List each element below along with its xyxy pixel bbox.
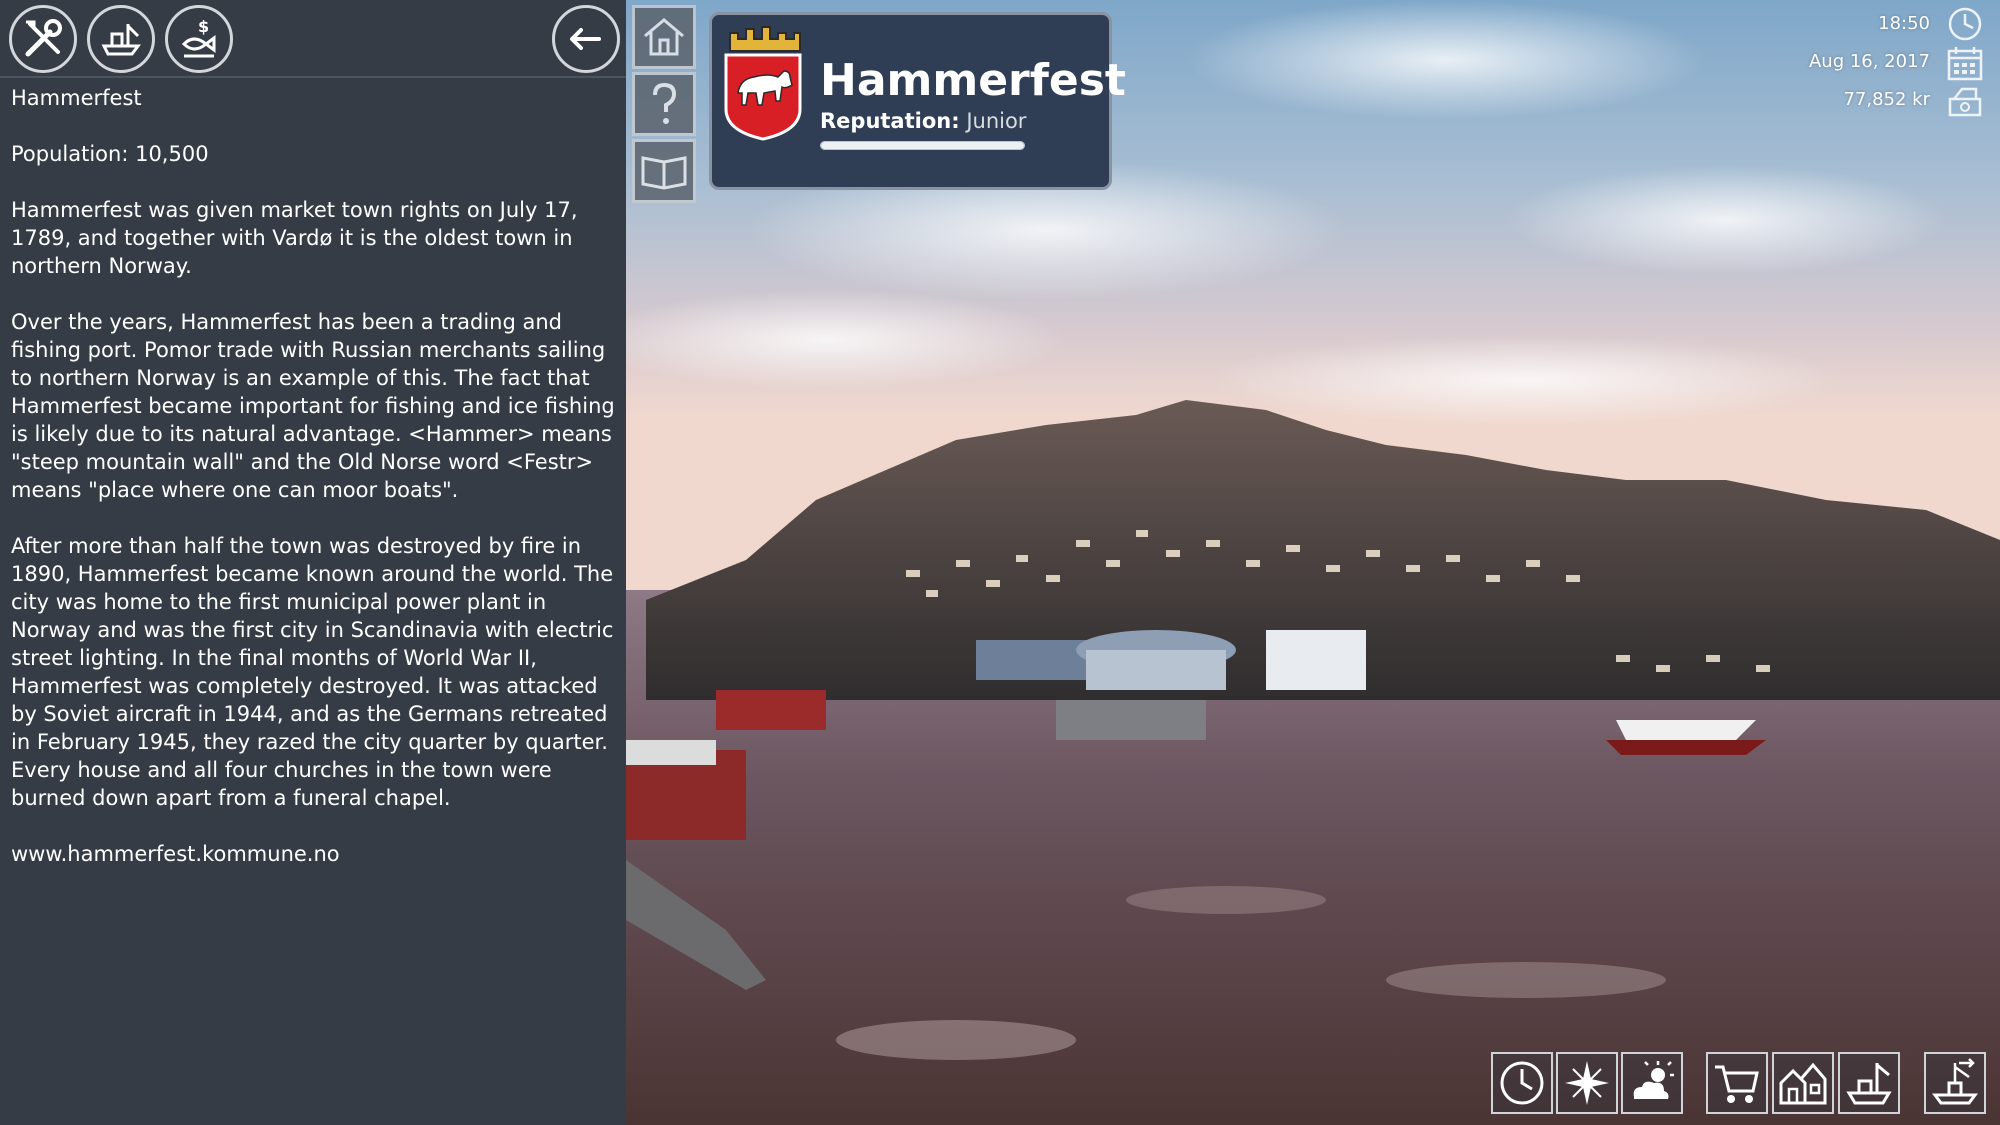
help-icon <box>653 82 677 124</box>
home-icon <box>644 18 684 56</box>
game-time: 18:50 <box>1878 13 1930 34</box>
player-money: 77,852 kr <box>1843 89 1930 110</box>
svg-text:$: $ <box>198 17 209 36</box>
harbor-button[interactable] <box>1838 1052 1900 1114</box>
compass-icon <box>1565 1061 1609 1105</box>
panel-toolbar: $ <box>0 0 626 78</box>
tools-icon <box>25 19 62 57</box>
town-card: Hammerfest Reputation: Junior <box>709 12 1126 190</box>
guide-book-button[interactable] <box>632 139 696 203</box>
harbor-icon <box>1846 1063 1892 1105</box>
town-website-link[interactable]: www.hammerfest.kommune.no <box>11 840 616 868</box>
compass-button[interactable] <box>1556 1052 1618 1114</box>
fish-market-icon: $ <box>181 17 216 58</box>
town-population: Population: 10,500 <box>11 142 209 166</box>
shopping-cart-icon <box>1715 1065 1759 1103</box>
weather-button[interactable] <box>1621 1052 1683 1114</box>
fishing-boat-icon <box>101 24 141 56</box>
home-button[interactable] <box>632 5 696 69</box>
reputation-progress-fill <box>821 142 1024 149</box>
town-info-panel: $ Hammerfest Population: 10,500 Hammerfe… <box>0 0 626 1125</box>
fishing-boat-button[interactable] <box>87 5 155 73</box>
money-icon <box>1948 87 1982 117</box>
clock-icon <box>1500 1061 1544 1105</box>
help-button[interactable] <box>632 72 696 136</box>
town-name: Hammerfest <box>820 55 1126 106</box>
history-paragraph-2: Over the years, Hammerfest has been a tr… <box>11 310 622 502</box>
town-title: Hammerfest <box>11 86 142 110</box>
fish-market-button[interactable]: $ <box>165 5 233 73</box>
weather-icon <box>1633 1061 1674 1099</box>
history-paragraph-3: After more than half the town was destro… <box>11 534 621 810</box>
back-arrow-icon <box>570 28 601 50</box>
town-description: Hammerfest Population: 10,500 Hammerfest… <box>11 84 616 896</box>
buildings-icon <box>1779 1062 1827 1105</box>
back-button[interactable] <box>552 5 620 73</box>
polar-bear-crest-icon <box>724 26 802 141</box>
book-icon <box>641 156 687 190</box>
reputation-value: Junior <box>966 109 1027 133</box>
reputation-label: Reputation: <box>820 109 960 133</box>
calendar-icon <box>1947 47 1983 81</box>
sail-button[interactable] <box>1924 1052 1986 1114</box>
game-date: Aug 16, 2017 <box>1808 51 1930 72</box>
reputation-row: Reputation: Junior <box>820 109 1026 133</box>
shop-button[interactable] <box>1706 1052 1768 1114</box>
history-paragraph-1: Hammerfest was given market town rights … <box>11 198 585 278</box>
tools-button[interactable] <box>9 5 77 73</box>
buildings-button[interactable] <box>1772 1052 1834 1114</box>
sail-icon <box>1932 1058 1978 1105</box>
time-button[interactable] <box>1491 1052 1553 1114</box>
reputation-progress-bar <box>820 141 1025 150</box>
clock-icon <box>1948 7 1982 41</box>
